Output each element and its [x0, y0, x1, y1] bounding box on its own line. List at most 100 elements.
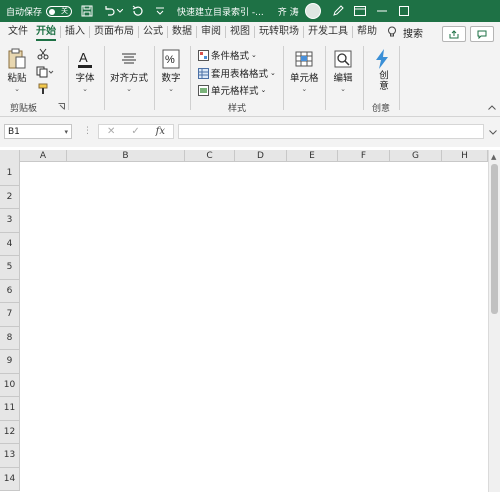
copy-icon[interactable] — [36, 66, 54, 81]
column-header-c[interactable]: C — [185, 150, 235, 162]
vertical-scrollbar[interactable]: ▲ — [488, 150, 500, 492]
cut-icon[interactable] — [37, 48, 49, 63]
format-painter-icon[interactable] — [37, 83, 49, 98]
column-header-h[interactable]: H — [442, 150, 488, 162]
enter-icon[interactable]: ✓ — [131, 126, 139, 137]
font-button[interactable]: A 字体 ⌄ — [74, 48, 96, 93]
formula-input[interactable] — [178, 124, 484, 139]
row-header[interactable]: 12 — [0, 420, 20, 444]
pen-icon[interactable] — [327, 0, 349, 22]
cell-styles-button[interactable]: 单元格样式 ⌄ — [198, 83, 266, 97]
ribbon-tabs: 文件 开始 插入 页面布局 公式 数据 审阅 视图 玩转职场 开发工具 帮助 搜… — [0, 22, 500, 42]
number-button[interactable]: % 数字 ⌄ — [160, 48, 182, 93]
user-name: 齐 涛 — [277, 7, 299, 18]
collapse-ribbon-icon[interactable] — [488, 102, 496, 113]
scroll-up-icon[interactable]: ▲ — [491, 153, 496, 161]
svg-text:A: A — [79, 50, 88, 65]
dialog-launcher-icon[interactable] — [58, 102, 65, 113]
styles-group-label: 样式 — [228, 104, 247, 114]
row-header[interactable]: 5 — [0, 256, 20, 280]
column-header-g[interactable]: G — [390, 150, 442, 162]
row-header[interactable]: 3 — [0, 209, 20, 233]
ribbon: 粘贴 ⌄ 剪贴板 A 字体 ⌄ 对齐方式 ⌄ % 数字 ⌄ 条件格式 ⌄ 套用表… — [0, 42, 500, 117]
tab-help[interactable]: 帮助 — [353, 22, 381, 42]
save-icon[interactable] — [80, 4, 94, 18]
expand-formula-bar-icon[interactable] — [489, 127, 497, 138]
avatar[interactable] — [304, 3, 321, 19]
magnifier-icon — [332, 48, 354, 70]
group-divider — [104, 46, 105, 110]
row-header[interactable]: 4 — [0, 232, 20, 256]
column-header-e[interactable]: E — [287, 150, 338, 162]
lightning-icon — [371, 48, 393, 70]
percent-icon: % — [160, 48, 182, 70]
conditional-formatting-button[interactable]: 条件格式 ⌄ — [198, 48, 257, 62]
toggle-knob — [49, 8, 56, 15]
tab-file[interactable]: 文件 — [4, 22, 32, 42]
customize-qat-icon[interactable] — [153, 4, 167, 18]
search-box[interactable]: 搜索 — [387, 25, 423, 40]
creative-group-label: 创意 — [372, 104, 391, 114]
row-header[interactable]: 11 — [0, 397, 20, 421]
alignment-label: 对齐方式 — [110, 73, 149, 84]
cells-button[interactable]: 单元格 ⌄ — [290, 48, 319, 93]
share-button[interactable] — [442, 26, 466, 42]
title-bar: 自动保存 关 快速建立目录索引 -... 齐 涛 — [0, 0, 500, 22]
row-header[interactable]: 2 — [0, 185, 20, 209]
row-header[interactable]: 14 — [0, 467, 20, 491]
cells-label: 单元格 — [290, 73, 319, 84]
row-header[interactable]: 9 — [0, 350, 20, 374]
creative-button[interactable]: 创意 — [371, 48, 393, 91]
comment-icon — [477, 30, 487, 39]
undo-icon[interactable] — [102, 4, 116, 18]
tab-insert[interactable]: 插入 — [61, 22, 89, 42]
tab-data[interactable]: 数据 — [168, 22, 196, 42]
paste-button[interactable]: 粘贴 ⌄ — [6, 48, 28, 93]
row-header[interactable]: 7 — [0, 303, 20, 327]
drag-handle-icon[interactable]: ⋮ — [83, 126, 92, 136]
tab-workplace[interactable]: 玩转职场 — [255, 22, 303, 42]
conditional-format-icon — [198, 49, 209, 61]
redo-icon[interactable] — [131, 4, 145, 18]
tab-page-layout[interactable]: 页面布局 — [90, 22, 138, 42]
row-header[interactable]: 8 — [0, 326, 20, 350]
row-header[interactable]: 1 — [0, 162, 20, 186]
font-label: 字体 — [75, 73, 95, 84]
group-divider — [190, 46, 191, 110]
format-as-table-button[interactable]: 套用表格格式 ⌄ — [198, 66, 276, 80]
name-box[interactable]: B1 ▾ — [4, 124, 72, 139]
column-header-f[interactable]: F — [338, 150, 390, 162]
font-icon: A — [74, 48, 96, 70]
chevron-down-icon: ⌄ — [82, 85, 88, 93]
row-header[interactable]: 10 — [0, 373, 20, 397]
cancel-icon[interactable]: ✕ — [107, 126, 115, 137]
row-header[interactable]: 13 — [0, 444, 20, 468]
worksheet-grid[interactable]: A B C D E F G H 1 2 3 4 5 6 7 8 9 10 11 … — [0, 150, 500, 492]
editing-button[interactable]: 编辑 ⌄ — [332, 48, 354, 93]
alignment-button[interactable]: 对齐方式 ⌄ — [110, 48, 148, 93]
row-header[interactable]: 6 — [0, 279, 20, 303]
tab-view[interactable]: 视图 — [226, 22, 254, 42]
share-icon — [449, 29, 459, 38]
toggle-state: 关 — [61, 7, 69, 15]
column-header-a[interactable]: A — [20, 150, 67, 162]
insert-function-icon[interactable]: fx — [156, 126, 165, 137]
document-title: 快速建立目录索引 -... — [177, 7, 264, 18]
chevron-down-icon: ⌄ — [251, 51, 257, 59]
maximize-icon[interactable] — [393, 0, 415, 22]
ribbon-display-icon[interactable] — [349, 0, 371, 22]
column-header-d[interactable]: D — [235, 150, 287, 162]
undo-dropdown-icon[interactable] — [117, 4, 124, 18]
tab-home[interactable]: 开始 — [32, 22, 60, 42]
tab-review[interactable]: 审阅 — [197, 22, 225, 42]
column-header-b[interactable]: B — [67, 150, 185, 162]
tab-developer[interactable]: 开发工具 — [304, 22, 352, 42]
chevron-down-icon: ⌄ — [301, 85, 308, 93]
tab-formulas[interactable]: 公式 — [139, 22, 167, 42]
group-divider — [399, 46, 400, 110]
scrollbar-thumb[interactable] — [491, 164, 498, 314]
minimize-icon[interactable] — [371, 0, 393, 22]
autosave-toggle[interactable]: 关 — [46, 5, 73, 17]
group-divider — [68, 46, 69, 110]
comments-button[interactable] — [470, 26, 494, 42]
